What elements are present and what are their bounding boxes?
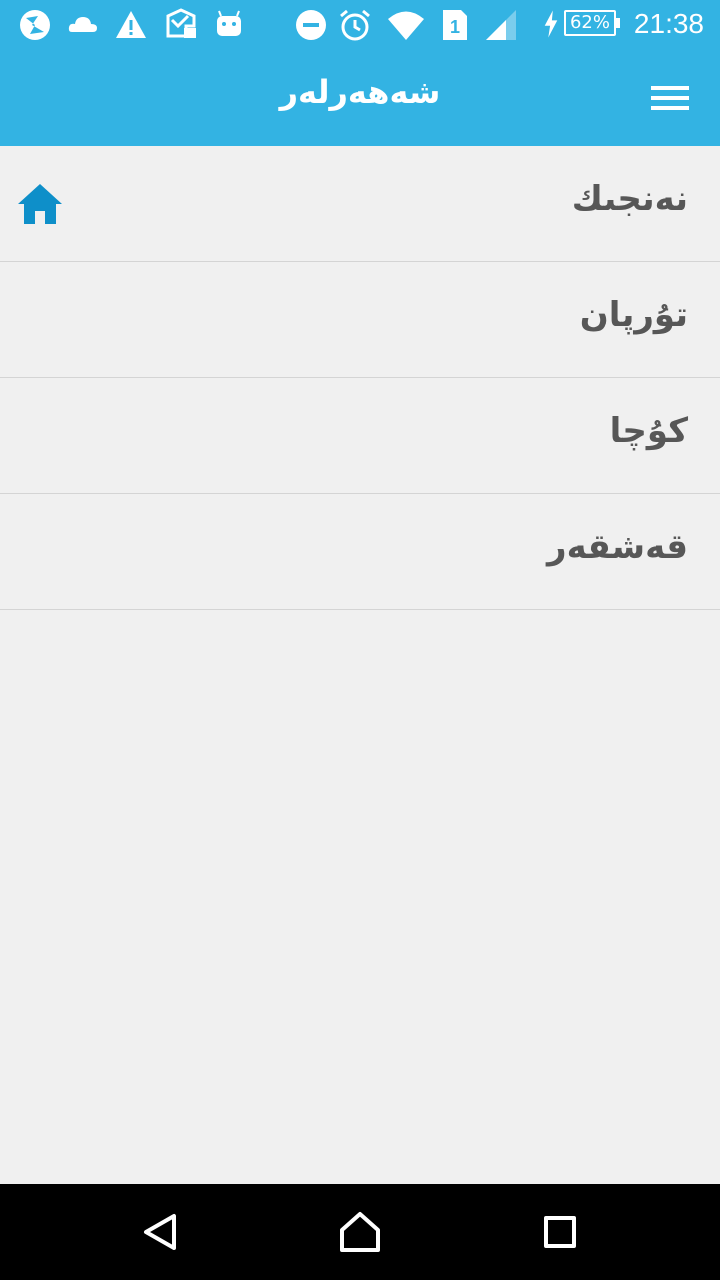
home-nav-icon <box>340 1212 380 1252</box>
do-not-disturb-icon <box>294 8 328 42</box>
charging-icon <box>544 10 558 38</box>
city-list: نەنجىك تۇرپان كۇچا قەشقەر <box>0 146 720 610</box>
back-icon <box>144 1214 176 1250</box>
signal-icon <box>484 8 518 42</box>
warning-icon <box>114 8 148 42</box>
list-item[interactable]: قەشقەر <box>0 494 720 610</box>
list-item-label: نەنجىك <box>571 179 688 219</box>
clock: 21:38 <box>633 8 704 39</box>
list-item[interactable]: نەنجىك <box>0 146 720 262</box>
menu-icon <box>651 86 689 90</box>
home-nav-button[interactable] <box>336 1208 384 1256</box>
back-button[interactable] <box>136 1208 184 1256</box>
cloud-icon <box>66 8 100 42</box>
home-icon <box>18 184 62 224</box>
status-bar: 1 62% 21:38 <box>0 0 720 50</box>
list-item-label: كۇچا <box>609 411 688 451</box>
android-icon <box>212 8 246 42</box>
svg-text:1: 1 <box>450 17 460 37</box>
list-item[interactable]: تۇرپان <box>0 262 720 378</box>
battery-indicator: 62% <box>542 9 622 41</box>
app-bar: شەھەرلەر <box>0 50 720 146</box>
wifi-icon <box>386 8 426 42</box>
navigation-bar <box>0 1184 720 1280</box>
list-item-label: تۇرپان <box>579 295 688 335</box>
recents-icon <box>544 1216 576 1248</box>
browser-icon <box>18 8 52 42</box>
message-icon <box>164 8 198 42</box>
sim-1-icon: 1 <box>438 8 472 42</box>
page-title: شەھەرلەر <box>279 73 441 111</box>
alarm-icon <box>338 8 372 42</box>
list-item-label: قەشقەر <box>547 527 688 567</box>
battery-level: 62% <box>564 10 616 36</box>
recents-button[interactable] <box>536 1208 584 1256</box>
list-item[interactable]: كۇچا <box>0 378 720 494</box>
menu-button[interactable] <box>644 76 696 120</box>
